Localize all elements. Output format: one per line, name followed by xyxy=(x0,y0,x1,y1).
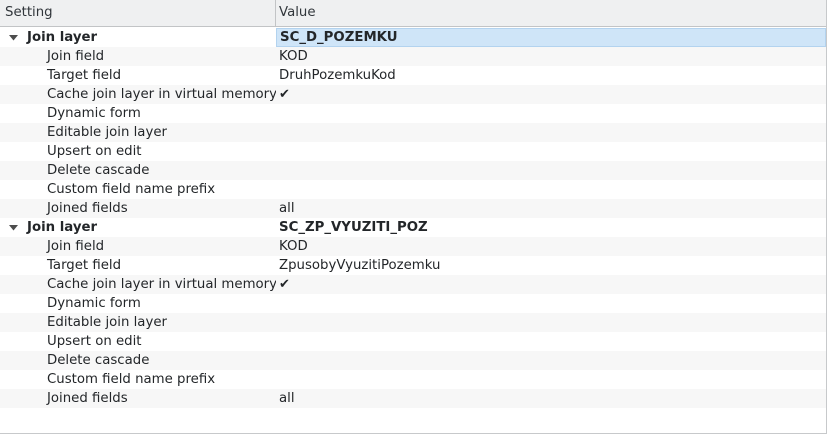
property-value[interactable]: ZpusobyVyuzitiPozemku xyxy=(276,256,826,275)
property-label: Joined fields xyxy=(47,201,128,216)
property-value[interactable]: DruhPozemkuKod xyxy=(276,66,826,85)
property-label: Editable join layer xyxy=(47,315,167,330)
property-label: Target field xyxy=(47,68,122,83)
property-row[interactable]: Joined fields all xyxy=(0,199,826,218)
property-label: Dynamic form xyxy=(47,296,141,311)
property-label: Dynamic form xyxy=(47,106,141,121)
column-header-setting[interactable]: Setting xyxy=(0,0,276,26)
setting-cell: Custom field name prefix xyxy=(0,180,276,199)
property-row[interactable]: Cache join layer in virtual memory ✔ xyxy=(0,85,826,104)
setting-cell: Joined fields xyxy=(0,199,276,218)
property-value[interactable] xyxy=(276,313,826,332)
setting-cell: Join layer xyxy=(0,28,276,47)
setting-cell: Dynamic form xyxy=(0,104,276,123)
checkmark-icon[interactable]: ✔ xyxy=(276,85,826,104)
property-row[interactable]: Joined fields all xyxy=(0,389,826,408)
property-label: Delete cascade xyxy=(47,163,150,178)
property-value[interactable] xyxy=(276,332,826,351)
property-row[interactable]: Upsert on edit xyxy=(0,142,826,161)
join-layer-value[interactable]: SC_ZP_VYUZITI_POZ xyxy=(276,218,826,237)
setting-cell: Dynamic form xyxy=(0,294,276,313)
property-row[interactable]: Custom field name prefix xyxy=(0,370,826,389)
property-label: Cache join layer in virtual memory xyxy=(47,87,276,102)
property-label: Upsert on edit xyxy=(47,334,142,349)
setting-cell: Cache join layer in virtual memory xyxy=(0,85,276,104)
property-value[interactable] xyxy=(276,370,826,389)
property-label: Editable join layer xyxy=(47,125,167,140)
property-row[interactable]: Cache join layer in virtual memory ✔ xyxy=(0,275,826,294)
property-value[interactable] xyxy=(276,104,826,123)
property-row[interactable]: Custom field name prefix xyxy=(0,180,826,199)
property-value[interactable]: KOD xyxy=(276,47,826,66)
property-row[interactable]: Delete cascade xyxy=(0,351,826,370)
property-row[interactable]: Delete cascade xyxy=(0,161,826,180)
tree-header: Setting Value xyxy=(0,0,826,27)
setting-cell: Editable join layer xyxy=(0,123,276,142)
property-label: Delete cascade xyxy=(47,353,150,368)
property-label: Custom field name prefix xyxy=(47,182,216,197)
setting-cell: Cache join layer in virtual memory xyxy=(0,275,276,294)
setting-cell: Upsert on edit xyxy=(0,142,276,161)
column-header-value[interactable]: Value xyxy=(276,0,826,26)
property-value[interactable] xyxy=(276,351,826,370)
property-row[interactable]: Editable join layer xyxy=(0,123,826,142)
property-row[interactable]: Dynamic form xyxy=(0,294,826,313)
property-label: Joined fields xyxy=(47,391,128,406)
property-row[interactable]: Editable join layer xyxy=(0,313,826,332)
property-value[interactable]: KOD xyxy=(276,237,826,256)
setting-cell: Custom field name prefix xyxy=(0,370,276,389)
property-row[interactable]: Upsert on edit xyxy=(0,332,826,351)
property-value[interactable] xyxy=(276,123,826,142)
join-layer-row[interactable]: Join layer SC_D_POZEMKU xyxy=(0,28,826,47)
setting-cell: Join layer xyxy=(0,218,276,237)
join-layer-label: Join layer xyxy=(27,30,98,45)
setting-cell: Upsert on edit xyxy=(0,332,276,351)
property-row[interactable]: Dynamic form xyxy=(0,104,826,123)
property-label: Join field xyxy=(47,239,105,254)
property-label: Cache join layer in virtual memory xyxy=(47,277,276,292)
setting-cell: Joined fields xyxy=(0,389,276,408)
chevron-down-icon[interactable] xyxy=(9,218,19,237)
setting-cell: Join field xyxy=(0,237,276,256)
setting-cell: Target field xyxy=(0,256,276,275)
property-row[interactable]: Join field KOD xyxy=(0,47,826,66)
property-label: Join field xyxy=(47,49,105,64)
property-row[interactable]: Target field ZpusobyVyuzitiPozemku xyxy=(0,256,826,275)
join-layer-row[interactable]: Join layer SC_ZP_VYUZITI_POZ xyxy=(0,218,826,237)
setting-cell: Delete cascade xyxy=(0,161,276,180)
setting-cell: Delete cascade xyxy=(0,351,276,370)
property-row[interactable]: Join field KOD xyxy=(0,237,826,256)
join-layer-value[interactable]: SC_D_POZEMKU xyxy=(276,28,826,47)
property-label: Target field xyxy=(47,258,122,273)
property-value[interactable] xyxy=(276,180,826,199)
chevron-down-icon[interactable] xyxy=(9,28,19,47)
join-settings-tree-view[interactable]: Setting Value Join layer SC_D_POZEMKU Jo… xyxy=(0,0,827,434)
property-value[interactable] xyxy=(276,294,826,313)
setting-cell: Target field xyxy=(0,66,276,85)
setting-cell: Editable join layer xyxy=(0,313,276,332)
join-layer-label: Join layer xyxy=(27,220,98,235)
property-value[interactable]: all xyxy=(276,199,826,218)
property-value[interactable] xyxy=(276,161,826,180)
property-label: Upsert on edit xyxy=(47,144,142,159)
property-label: Custom field name prefix xyxy=(47,372,216,387)
setting-cell: Join field xyxy=(0,47,276,66)
property-value[interactable] xyxy=(276,142,826,161)
tree-body: Join layer SC_D_POZEMKU Join field KOD T… xyxy=(0,28,826,408)
property-value[interactable]: all xyxy=(276,389,826,408)
checkmark-icon[interactable]: ✔ xyxy=(276,275,826,294)
property-row[interactable]: Target field DruhPozemkuKod xyxy=(0,66,826,85)
